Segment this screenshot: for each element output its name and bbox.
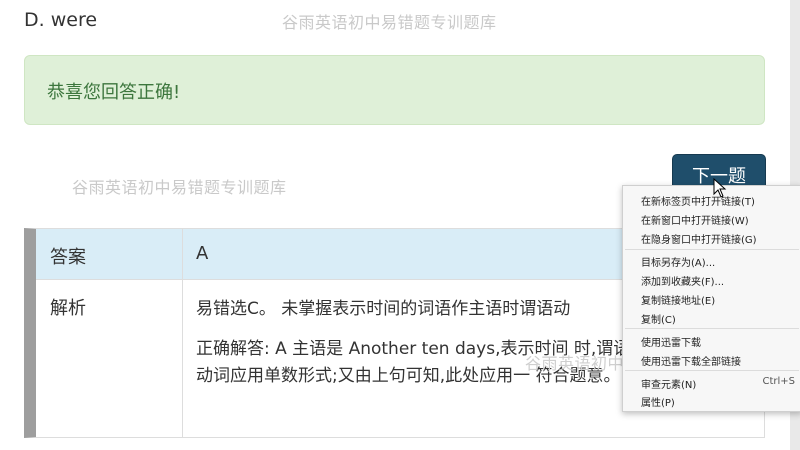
menu-item-open-incognito[interactable]: 在隐身窗口中打开链接(G) <box>641 231 757 246</box>
menu-item-add-favorites[interactable]: 添加到收藏夹(F)... <box>641 273 724 288</box>
mouse-pointer-icon <box>713 178 727 198</box>
analysis-label: 解析 <box>50 298 86 319</box>
success-message: 恭喜您回答正确! <box>47 82 181 103</box>
option-d[interactable]: D. were <box>24 9 97 31</box>
menu-item-open-new-window[interactable]: 在新窗口中打开链接(W) <box>641 212 749 227</box>
cell-divider <box>182 229 183 279</box>
menu-item-thunder-download-all[interactable]: 使用迅雷下载全部链接 <box>641 353 741 368</box>
inspect-shortcut: Ctrl+S <box>762 376 795 387</box>
analysis-summary: 易错选C。 未掌握表示时间的词语作主语时谓语动 <box>196 299 571 319</box>
watermark: 谷雨英语初中易错题专训题库 <box>282 13 497 32</box>
menu-item-copy-link[interactable]: 复制链接地址(E) <box>641 292 715 307</box>
answer-value: A <box>196 243 209 264</box>
context-menu: 在新标签页中打开链接(T) 在新窗口中打开链接(W) 在隐身窗口中打开链接(G)… <box>622 185 800 412</box>
menu-separator <box>625 249 799 250</box>
menu-separator <box>625 370 799 371</box>
menu-item-copy[interactable]: 复制(C) <box>641 311 676 326</box>
success-alert: 恭喜您回答正确! <box>24 55 765 125</box>
menu-item-inspect[interactable]: 审查元素(N) <box>641 376 696 391</box>
menu-item-thunder-download[interactable]: 使用迅雷下载 <box>641 334 701 349</box>
menu-item-properties[interactable]: 属性(P) <box>641 394 675 409</box>
menu-separator <box>625 328 799 329</box>
menu-item-open-new-tab[interactable]: 在新标签页中打开链接(T) <box>641 193 755 208</box>
watermark: 谷雨英语初中易错题专训题库 <box>72 178 287 197</box>
cell-divider <box>182 280 183 437</box>
menu-item-save-target[interactable]: 目标另存为(A)... <box>641 254 715 269</box>
answer-label: 答案 <box>50 247 86 268</box>
